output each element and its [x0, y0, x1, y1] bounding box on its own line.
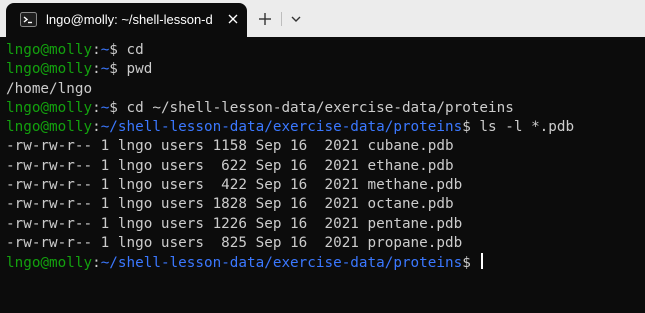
tab-title: lngo@molly: ~/shell-lesson-d — [46, 12, 213, 27]
command-text: pwd — [126, 61, 153, 78]
output-text: /home/lngo — [6, 80, 93, 97]
output-line: -rw-rw-r-- 1 lngo users 825 Sep 16 2021 … — [6, 234, 574, 253]
terminal-area[interactable]: lngo@molly:~$ cd lngo@molly:~$ pwd/home/l… — [0, 37, 645, 313]
prompt-path: ~/shell-lesson-data/exercise-data/protei… — [100, 255, 463, 272]
output-line: /home/lngo — [6, 80, 574, 99]
prompt-path: ~ — [100, 42, 110, 58]
text-cursor — [481, 253, 484, 270]
tab-divider — [281, 12, 282, 26]
output-text: -rw-rw-r-- 1 lngo users 622 Sep 16 2021 … — [6, 157, 454, 174]
title-bar: lngo@molly: ~/shell-lesson-d — [0, 0, 645, 37]
prompt-user: lngo@molly — [6, 255, 93, 272]
prompt-colon: : — [92, 61, 101, 78]
prompt-line: lngo@molly:~/shell-lesson-data/exercise-… — [6, 118, 574, 137]
prompt-symbol: $ — [462, 255, 480, 272]
output-line: -rw-rw-r-- 1 lngo users 1158 Sep 16 2021… — [6, 137, 574, 156]
prompt-symbol: $ — [109, 61, 127, 78]
chevron-down-icon[interactable] — [285, 8, 307, 30]
output-text: -rw-rw-r-- 1 lngo users 1226 Sep 16 2021… — [6, 215, 463, 232]
prompt-colon: : — [92, 119, 101, 136]
prompt-user: lngo@molly — [6, 119, 93, 136]
terminal-output: lngo@molly:~$ cd lngo@molly:~$ pwd/home/l… — [6, 41, 574, 273]
prompt-user: lngo@molly — [6, 42, 93, 58]
prompt-user: lngo@molly — [6, 61, 93, 78]
output-text: -rw-rw-r-- 1 lngo users 422 Sep 16 2021 … — [6, 177, 463, 194]
output-text: -rw-rw-r-- 1 lngo users 1828 Sep 16 2021… — [6, 196, 454, 213]
prompt-path: ~ — [100, 61, 110, 78]
close-icon[interactable] — [224, 10, 242, 28]
prompt-line: lngo@molly:~$ cd ~/shell-lesson-data/exe… — [6, 99, 574, 118]
command-text: cd ~/shell-lesson-data/exercise-data/pro… — [126, 99, 514, 116]
plus-icon[interactable] — [253, 8, 277, 30]
prompt-symbol: $ — [109, 99, 127, 116]
prompt-path: ~ — [100, 99, 110, 116]
command-text: cd — [126, 42, 144, 58]
output-text: -rw-rw-r-- 1 lngo users 825 Sep 16 2021 … — [6, 234, 463, 251]
prompt-line: lngo@molly:~$ cd — [6, 41, 574, 60]
output-line: -rw-rw-r-- 1 lngo users 1226 Sep 16 2021… — [6, 215, 574, 234]
command-text: ls -l *.pdb — [479, 119, 575, 136]
prompt-colon: : — [92, 255, 101, 272]
output-line: -rw-rw-r-- 1 lngo users 422 Sep 16 2021 … — [6, 176, 574, 195]
prompt-colon: : — [92, 42, 101, 58]
linux-terminal-icon — [20, 12, 37, 27]
output-line: -rw-rw-r-- 1 lngo users 622 Sep 16 2021 … — [6, 157, 574, 176]
prompt-line: lngo@molly:~/shell-lesson-data/exercise-… — [6, 253, 574, 272]
prompt-path: ~/shell-lesson-data/exercise-data/protei… — [100, 119, 463, 136]
prompt-colon: : — [92, 99, 101, 116]
prompt-line: lngo@molly:~$ pwd — [6, 60, 574, 79]
terminal-tab[interactable]: lngo@molly: ~/shell-lesson-d — [6, 3, 247, 37]
output-text: -rw-rw-r-- 1 lngo users 1158 Sep 16 2021… — [6, 138, 454, 155]
prompt-user: lngo@molly — [6, 99, 93, 116]
prompt-symbol: $ — [462, 119, 480, 136]
prompt-symbol: $ — [109, 42, 127, 58]
terminal-window: lngo@molly: ~/shell-lesson-d lngo@molly:… — [0, 0, 645, 313]
output-line: -rw-rw-r-- 1 lngo users 1828 Sep 16 2021… — [6, 195, 574, 214]
